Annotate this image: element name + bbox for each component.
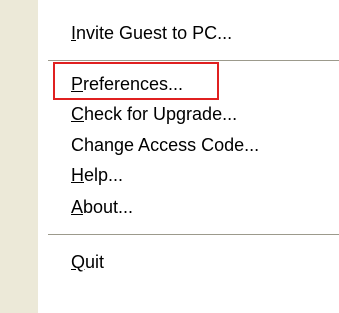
menu-item-help[interactable]: Help... [71, 161, 123, 189]
menu-item-label: nvite Guest to PC... [76, 23, 233, 43]
menu-item-about[interactable]: About... [71, 193, 133, 221]
menu-item-label: Change Access Code... [71, 135, 260, 155]
menu-item-quit[interactable]: Quit [71, 248, 104, 276]
menu-item-check-upgrade[interactable]: Check for Upgrade... [71, 100, 237, 128]
annotation-highlight-box [53, 62, 219, 100]
menu-separator [48, 60, 339, 61]
mnemonic: Q [71, 252, 86, 272]
mnemonic: A [71, 197, 84, 217]
mnemonic: H [71, 165, 84, 185]
context-menu: Invite Guest to PC... Preferences... Che… [0, 0, 339, 313]
menu-item-label: bout... [83, 197, 134, 217]
menu-item-label: elp... [84, 165, 124, 185]
mnemonic: C [71, 104, 84, 124]
menu-separator [48, 234, 339, 235]
menu-item-invite-guest[interactable]: Invite Guest to PC... [71, 19, 232, 47]
menu-item-label: uit [85, 252, 105, 272]
menu-item-label: heck for Upgrade... [84, 104, 238, 124]
menu-icon-gutter [0, 0, 38, 313]
menu-item-change-access-code[interactable]: Change Access Code... [71, 131, 259, 159]
